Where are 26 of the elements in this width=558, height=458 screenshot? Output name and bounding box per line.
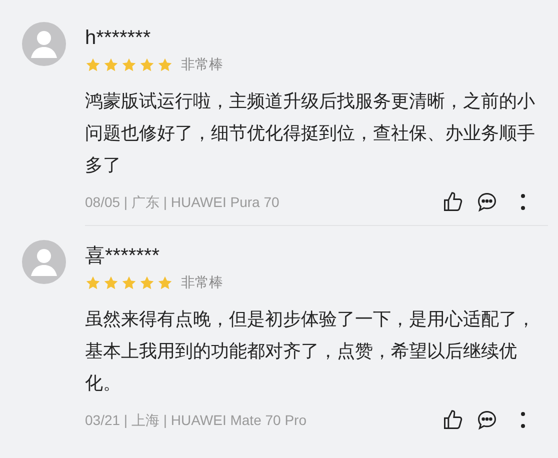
- star-icon: [121, 56, 137, 72]
- user-name: 喜*******: [85, 244, 160, 268]
- user-name: h*******: [85, 26, 152, 50]
- review-text: 虽然来得有点晚，但是初步体验了一下，是用心适配了，基本上我用到的功能都对齐了，点赞，希望以后继续优化。: [85, 308, 536, 395]
- review-meta: 03/21 | 上海 | HUAWEI Mate 70 Pro: [85, 410, 308, 430]
- star-icon: [103, 56, 119, 72]
- rating-label: 非常棒: [181, 273, 223, 292]
- star-icon: [139, 274, 155, 290]
- star-icon: [85, 274, 101, 290]
- review-meta: 08/05 | 广东 | HUAWEI Pura 70: [85, 192, 280, 212]
- avatar-icon: [22, 22, 66, 66]
- more-icon[interactable]: [520, 193, 526, 211]
- star-icon: [85, 56, 101, 72]
- more-icon[interactable]: [520, 411, 526, 429]
- rating-label: 非常棒: [181, 55, 223, 74]
- review-text: 鸿蒙版试运行啦，主频道升级后找服务更清晰，之前的小问题也修好了，细节优化得挺到位，查社保、办业务顺手多了: [85, 90, 536, 177]
- star-icon: [121, 274, 137, 290]
- star-icon: [157, 56, 173, 72]
- comment-icon[interactable]: [476, 191, 498, 213]
- comment-icon[interactable]: [476, 409, 498, 431]
- star-icon: [139, 56, 155, 72]
- thumbs-up-icon[interactable]: [442, 191, 464, 213]
- thumbs-up-icon[interactable]: [442, 409, 464, 431]
- avatar-icon: [22, 240, 66, 284]
- star-icon: [157, 274, 173, 290]
- star-icon: [103, 274, 119, 290]
